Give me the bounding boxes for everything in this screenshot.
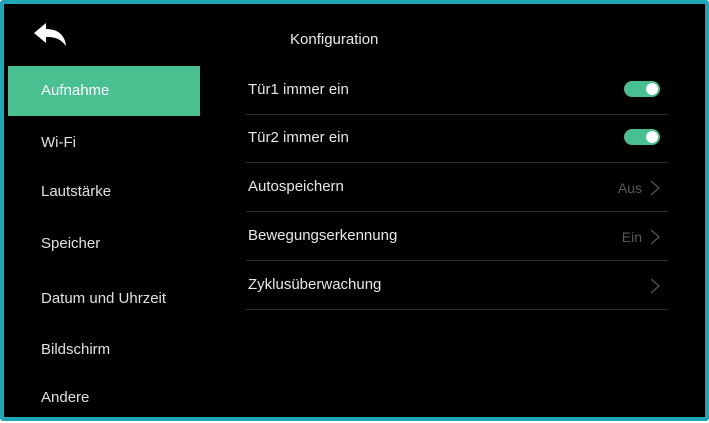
setting-value: Ein [621, 229, 642, 245]
setting-label: Autospeichern [248, 178, 344, 195]
back-button[interactable] [32, 20, 72, 52]
sidebar-item-aufnahme[interactable]: Aufnahme [8, 66, 200, 116]
sidebar: Aufnahme Wi-Fi Lautstärke Speicher Datum… [8, 66, 200, 421]
setting-label: Tür2 immer ein [248, 129, 349, 146]
tuer1-toggle[interactable] [624, 81, 660, 97]
chevron-right-icon [650, 278, 661, 294]
setting-label: Bewegungserkennung [248, 227, 398, 244]
sidebar-item-lautstaerke[interactable]: Lautstärke [8, 167, 200, 217]
sidebar-item-label: Aufnahme [41, 82, 110, 99]
setting-value: Aus [617, 180, 642, 196]
sidebar-item-label: Andere [41, 389, 90, 406]
toggle-knob [646, 83, 658, 95]
setting-row-zyklusueberwachung[interactable]: Zyklusüberwachung [246, 261, 668, 310]
chevron-right-icon [650, 229, 661, 245]
toggle-knob [646, 131, 658, 143]
setting-label: Tür1 immer ein [248, 81, 349, 98]
sidebar-item-label: Bildschirm [41, 341, 111, 358]
chevron-right-icon [650, 180, 661, 196]
header: Konfiguration [4, 4, 705, 66]
device-frame: Konfiguration Aufnahme Wi-Fi Lautstärke … [0, 0, 709, 421]
sidebar-item-bildschirm[interactable]: Bildschirm [8, 325, 200, 375]
screen: Konfiguration Aufnahme Wi-Fi Lautstärke … [4, 4, 705, 417]
sidebar-item-speicher[interactable]: Speicher [8, 219, 200, 269]
sidebar-item-label: Speicher [41, 235, 101, 252]
sidebar-item-label: Wi-Fi [41, 134, 76, 151]
sidebar-item-label: Lautstärke [41, 183, 112, 200]
sidebar-item-andere[interactable]: Andere [8, 373, 200, 423]
setting-label: Zyklusüberwachung [248, 276, 382, 293]
back-arrow-icon [34, 23, 66, 46]
setting-row-autospeichern[interactable]: Autospeichern Aus [246, 163, 668, 212]
sidebar-item-datum-und-uhrzeit[interactable]: Datum und Uhrzeit [8, 274, 200, 324]
setting-row-tuer1[interactable]: Tür1 immer ein [246, 66, 668, 115]
tuer2-toggle[interactable] [624, 129, 660, 145]
setting-row-bewegungserkennung[interactable]: Bewegungserkennung Ein [246, 212, 668, 261]
sidebar-item-wifi[interactable]: Wi-Fi [8, 118, 200, 168]
page-title: Konfiguration [290, 31, 379, 48]
sidebar-item-label: Datum und Uhrzeit [41, 290, 167, 307]
setting-row-tuer2[interactable]: Tür2 immer ein [246, 114, 668, 163]
